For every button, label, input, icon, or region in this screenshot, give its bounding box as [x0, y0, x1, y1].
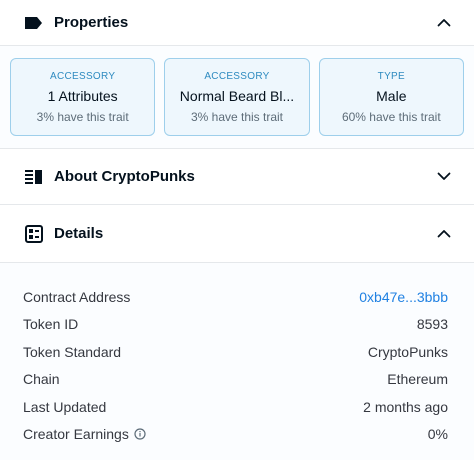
about-title: About CryptoPunks [54, 168, 195, 185]
details-row-chain: Chain Ethereum [23, 366, 448, 394]
trait-value: Normal Beard Bl... [179, 87, 295, 104]
trait-value: Male [376, 87, 407, 104]
details-row-token-standard: Token Standard CryptoPunks [23, 338, 448, 366]
details-title: Details [54, 225, 104, 242]
trait-type: ACCESSORY [50, 70, 116, 82]
about-header-left: About CryptoPunks [24, 167, 195, 187]
trait-rarity: 3% have this trait [36, 109, 129, 124]
trait-card[interactable]: ACCESSORY Normal Beard Bl... 3% have thi… [164, 58, 310, 136]
tag-icon [24, 13, 44, 33]
details-row-contract-address: Contract Address 0xb47e...3bbb [23, 283, 448, 311]
properties-header-left: Properties [24, 13, 128, 33]
trait-type: TYPE [377, 70, 405, 82]
details-row-last-updated: Last Updated 2 months ago [23, 393, 448, 421]
row-value: 0% [427, 426, 448, 443]
trait-rarity: 3% have this trait [190, 109, 284, 124]
row-label: Token ID [23, 316, 79, 333]
row-label-with-info: Creator Earnings [23, 426, 146, 442]
details-header-left: Details [24, 224, 103, 244]
chevron-down-icon[interactable] [436, 169, 452, 185]
details-list-icon [24, 224, 44, 244]
row-value: CryptoPunks [367, 343, 448, 360]
row-label: Contract Address [23, 288, 131, 305]
contract-address-link[interactable]: 0xb47e...3bbb [359, 289, 448, 305]
properties-title: Properties [54, 14, 129, 31]
row-label: Chain [23, 371, 60, 388]
trait-type: ACCESSORY [204, 70, 270, 82]
chevron-up-icon[interactable] [436, 15, 452, 31]
row-label: Last Updated [23, 398, 107, 415]
row-value: 8593 [416, 316, 448, 333]
trait-card[interactable]: ACCESSORY 1 Attributes 3% have this trai… [10, 58, 156, 136]
about-header[interactable]: About CryptoPunks [0, 149, 474, 205]
row-label: Creator Earnings [23, 426, 129, 443]
traits-grid: ACCESSORY 1 Attributes 3% have this trai… [0, 46, 474, 149]
text-align-icon [24, 167, 44, 187]
trait-value: 1 Attributes [47, 87, 118, 104]
chevron-up-icon[interactable] [436, 226, 452, 242]
details-row-creator-earnings: Creator Earnings 0% [23, 421, 448, 449]
details-panel: Contract Address 0xb47e...3bbb Token ID … [0, 263, 474, 460]
row-label: Token Standard [23, 343, 122, 360]
details-row-token-id: Token ID 8593 [23, 311, 448, 339]
info-icon[interactable] [134, 428, 146, 440]
row-value: 2 months ago [363, 398, 448, 415]
trait-card[interactable]: TYPE Male 60% have this trait [318, 58, 464, 136]
row-value: Ethereum [387, 371, 448, 388]
details-header[interactable]: Details [0, 205, 474, 263]
properties-header[interactable]: Properties [0, 0, 474, 46]
trait-rarity: 60% have this trait [341, 109, 441, 124]
